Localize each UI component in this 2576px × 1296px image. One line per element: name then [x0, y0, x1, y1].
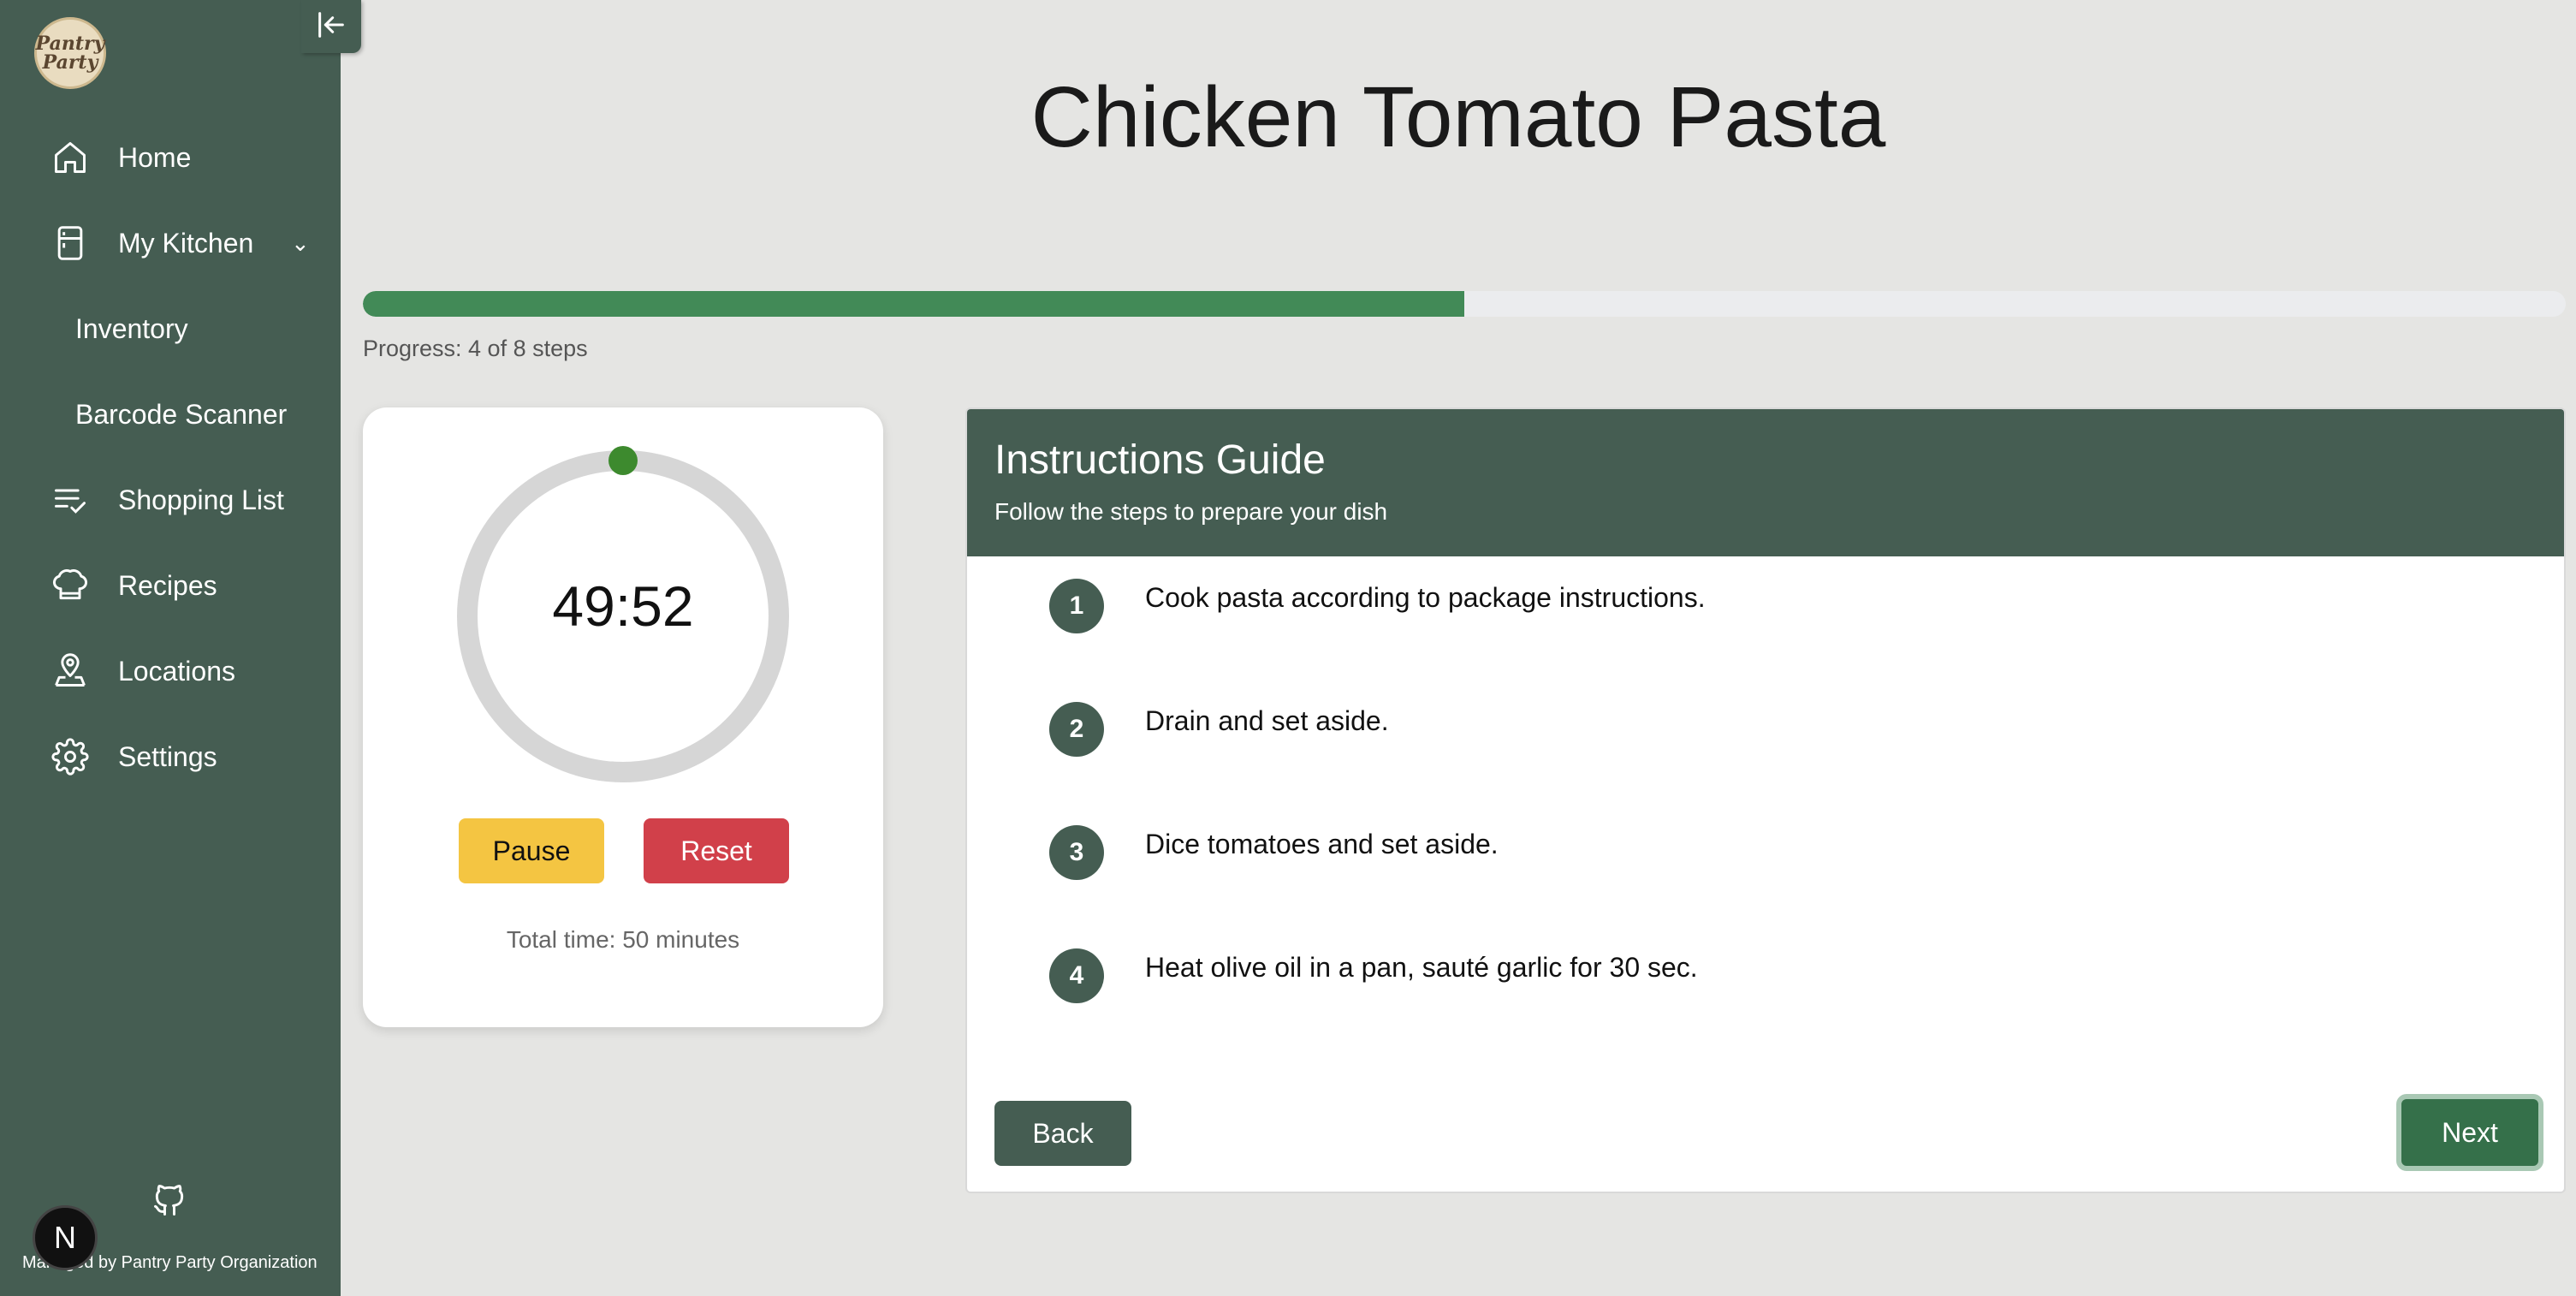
- pantry-party-logo[interactable]: Pantry Party: [34, 17, 106, 89]
- home-icon: [50, 137, 91, 178]
- reset-button[interactable]: Reset: [644, 818, 789, 883]
- sidebar-item-barcode-scanner[interactable]: Barcode Scanner: [0, 380, 341, 449]
- sidebar-item-my-kitchen[interactable]: My Kitchen ⌄: [0, 209, 341, 277]
- progress-bar: [363, 291, 2566, 317]
- sidebar-item-locations[interactable]: Locations: [0, 637, 341, 705]
- step-item: 1 Cook pasta according to package instru…: [967, 579, 2564, 647]
- chevron-down-icon[interactable]: ⌄: [291, 230, 310, 257]
- step-number: 1: [1049, 579, 1104, 633]
- sidebar: Pantry Party Home My Kitchen ⌄ Inventory…: [0, 0, 341, 1296]
- timer-progress-dot: [608, 446, 638, 475]
- n-badge-button[interactable]: N: [33, 1205, 98, 1270]
- sidebar-item-label: Shopping List: [118, 484, 284, 515]
- sidebar-item-label: Barcode Scanner: [75, 398, 288, 430]
- timer-value: 49:52: [552, 574, 694, 638]
- step-number: 4: [1049, 948, 1104, 1003]
- fridge-icon: [50, 223, 91, 264]
- github-icon[interactable]: [151, 1180, 188, 1221]
- instructions-subtitle: Follow the steps to prepare your dish: [994, 498, 1388, 525]
- total-time-text: Total time: 50 minutes: [506, 926, 740, 953]
- sidebar-item-inventory[interactable]: Inventory: [0, 294, 341, 363]
- instructions-header: Instructions Guide Follow the steps to p…: [967, 409, 2564, 556]
- sidebar-item-label: Home: [118, 141, 192, 173]
- next-button[interactable]: Next: [2396, 1094, 2543, 1171]
- collapse-left-icon: [314, 8, 348, 46]
- instructions-title: Instructions Guide: [994, 437, 1326, 483]
- progress-text: Progress: 4 of 8 steps: [363, 336, 588, 361]
- location-user-icon: [50, 651, 91, 692]
- logo-text: Pantry Party: [35, 33, 105, 74]
- page-title: Chicken Tomato Pasta: [1030, 69, 1886, 165]
- sidebar-item-settings[interactable]: Settings: [0, 722, 341, 791]
- timer-card: 49:52 Pause Reset Total time: 50 minutes: [363, 407, 883, 1027]
- pause-button[interactable]: Pause: [459, 818, 604, 883]
- sidebar-item-label: Inventory: [75, 312, 188, 344]
- back-button[interactable]: Back: [994, 1101, 1131, 1166]
- step-text: Cook pasta according to package instruct…: [1145, 582, 1706, 613]
- sidebar-item-recipes[interactable]: Recipes: [0, 551, 341, 620]
- sidebar-item-label: Settings: [118, 740, 217, 772]
- step-text: Dice tomatoes and set aside.: [1145, 829, 1499, 859]
- sidebar-item-home[interactable]: Home: [0, 123, 341, 192]
- checklist-icon: [50, 479, 91, 520]
- gear-icon: [50, 736, 91, 777]
- step-item: 2 Drain and set aside.: [967, 702, 2564, 770]
- step-text: Drain and set aside.: [1145, 705, 1389, 736]
- collapse-sidebar-button[interactable]: [301, 0, 361, 53]
- sidebar-item-label: Recipes: [118, 569, 217, 601]
- step-text: Heat olive oil in a pan, sauté garlic fo…: [1145, 952, 1698, 983]
- sidebar-item-label: My Kitchen: [118, 227, 254, 259]
- instructions-card: Instructions Guide Follow the steps to p…: [965, 407, 2566, 1193]
- step-item: 3 Dice tomatoes and set aside.: [967, 825, 2564, 894]
- sidebar-item-shopping-list[interactable]: Shopping List: [0, 466, 341, 534]
- step-number: 3: [1049, 825, 1104, 880]
- chef-hat-icon: [50, 565, 91, 606]
- sidebar-item-label: Locations: [118, 655, 235, 687]
- progress-bar-fill: [363, 291, 1464, 317]
- step-item: 4 Heat olive oil in a pan, sauté garlic …: [967, 948, 2564, 1017]
- step-number: 2: [1049, 702, 1104, 757]
